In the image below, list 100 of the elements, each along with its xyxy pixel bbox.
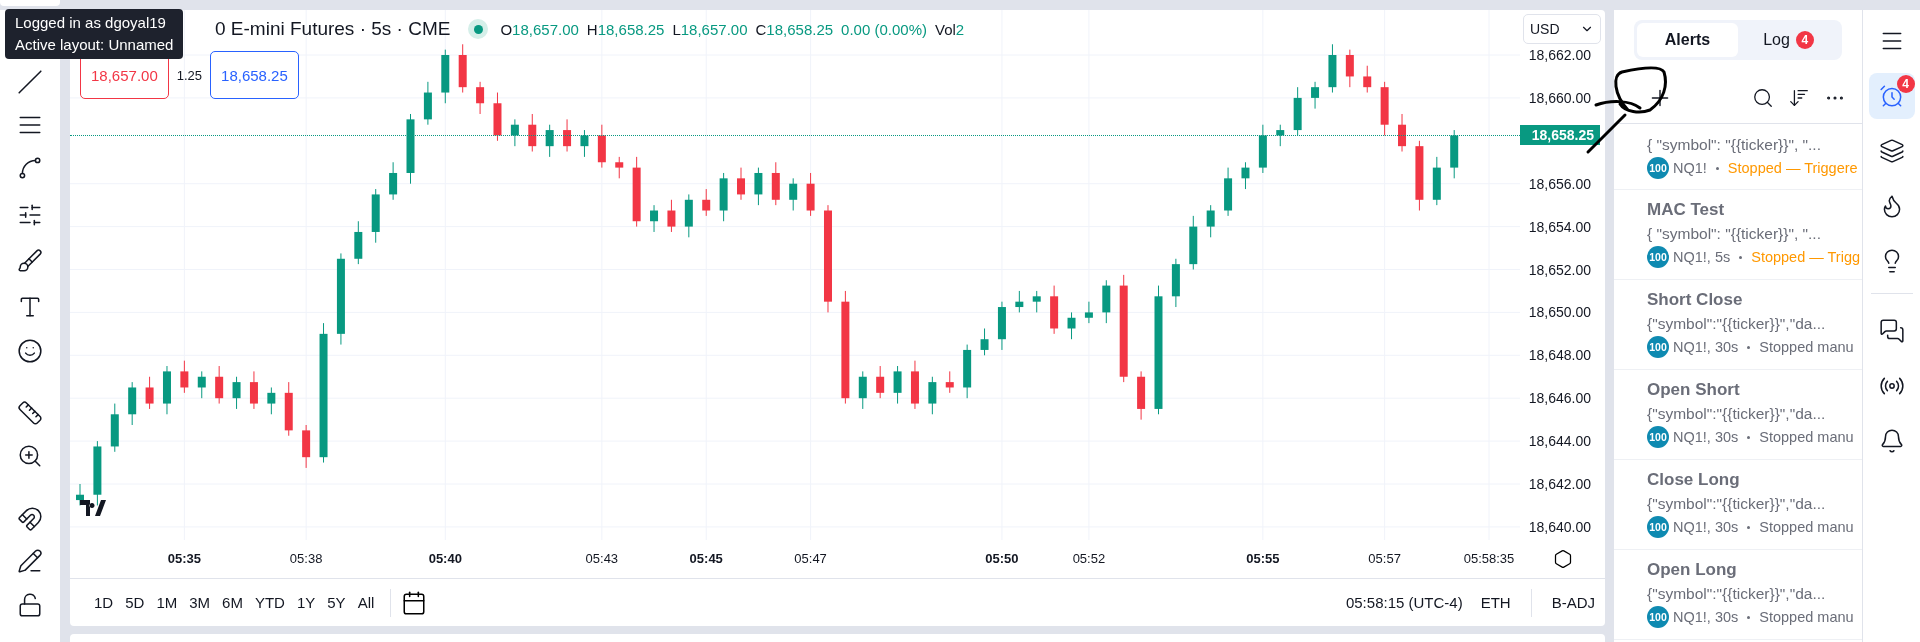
- alert-symbol: NQ1!: [1673, 160, 1707, 176]
- candle: [1189, 215, 1198, 270]
- time-axis-label: 05:50: [985, 551, 1019, 566]
- candle: [1328, 43, 1337, 94]
- adjustment-button[interactable]: B-ADJ: [1541, 590, 1605, 615]
- candle: [545, 124, 554, 158]
- symbol-badge: 100: [1647, 516, 1669, 538]
- candle: [563, 118, 572, 152]
- time-axis-label: 05:43: [585, 551, 619, 566]
- candle: [510, 118, 519, 147]
- candle: [1241, 161, 1250, 190]
- candle: [702, 188, 711, 217]
- candle: [667, 199, 676, 233]
- session-button[interactable]: ETH: [1470, 590, 1521, 615]
- candle: [302, 424, 311, 469]
- tab[interactable]: Log 4: [1738, 23, 1839, 57]
- symbol-badge: 100: [1647, 246, 1669, 268]
- candle: [476, 81, 485, 115]
- timeframe-button[interactable]: 5D: [119, 590, 151, 615]
- alert-message: { "symbol": "{{ticker}}", "...: [1647, 136, 1822, 154]
- price-axis-label: 18,662.00: [1528, 47, 1591, 63]
- candle: [893, 365, 902, 405]
- count-badge: 4: [1795, 31, 1814, 49]
- candle: [928, 376, 937, 415]
- candle: [789, 177, 798, 211]
- candle: [110, 403, 119, 453]
- volume-value: Vol2: [934, 20, 965, 38]
- unlocked-icon[interactable]: [16, 591, 44, 619]
- candle: [858, 370, 867, 410]
- symbol-badge: 100: [1647, 426, 1669, 448]
- alert-symbol: NQ1!, 30s: [1673, 339, 1739, 355]
- calendar-icon[interactable]: [401, 589, 428, 616]
- magnet-icon[interactable]: [16, 505, 44, 533]
- candle: [215, 365, 224, 405]
- alert-item[interactable]: Open Short {"symbol":"{{ticker}}","da... 100 NQ1!, 30s Stopped manu: [1614, 370, 1862, 460]
- alert-status: Stopped — Triggere: [1727, 160, 1858, 176]
- candle: [876, 365, 885, 399]
- clock-time: 05:58:15 (UTC-4): [1344, 594, 1464, 611]
- time-axis-label: 05:38: [289, 551, 323, 566]
- alert-item[interactable]: Short Close {"symbol":"{{ticker}}","da... 100 NQ1!, 30s Stopped manu: [1614, 280, 1862, 370]
- brush-icon[interactable]: [16, 247, 44, 275]
- symbol-badge: 100: [1647, 157, 1669, 179]
- smiley-icon[interactable]: [16, 337, 44, 365]
- ohlc-value: C18,658.25: [755, 20, 834, 38]
- pencil-icon[interactable]: [16, 547, 44, 575]
- symbol-badge: 100: [1647, 336, 1669, 358]
- candle: [145, 376, 154, 410]
- price-axis-label: 18,652.00: [1528, 261, 1591, 278]
- timeframe-button[interactable]: 1Y: [290, 590, 322, 615]
- ruler-icon[interactable]: [16, 399, 44, 427]
- candle: [1032, 290, 1041, 313]
- candle: [980, 328, 989, 356]
- candle: [197, 370, 206, 399]
- price-axis-label: 18,660.00: [1528, 89, 1591, 106]
- time-axis-label: 05:35: [167, 551, 201, 566]
- alert-item[interactable]: MAC Test { "symbol": "{{ticker}}", "... 100 NQ1!, 5s Stopped — Trigg: [1614, 190, 1862, 280]
- price-axis-label: 18,656.00: [1528, 175, 1591, 192]
- candle: [232, 376, 241, 410]
- timeframe-button[interactable]: 6M: [216, 590, 249, 615]
- timeframe-button[interactable]: YTD: [248, 590, 291, 615]
- line-tool-icon[interactable]: [16, 68, 44, 96]
- price-axis-label: 18,654.00: [1528, 218, 1591, 235]
- candle: [1311, 81, 1320, 110]
- buy-price-button[interactable]: 18,658.25: [210, 51, 299, 99]
- candle: [76, 483, 84, 506]
- time-axis-label: 05:47: [794, 551, 827, 566]
- candle: [1171, 258, 1180, 308]
- candle: [1137, 370, 1146, 421]
- price-axis-label: 18,648.00: [1528, 347, 1591, 364]
- price-axis-label: 18,644.00: [1528, 433, 1591, 450]
- alert-item[interactable]: Close Long {"symbol":"{{ticker}}","da... 100 NQ1!, 30s Stopped manu: [1614, 460, 1862, 550]
- candle: [128, 381, 137, 426]
- candle: [945, 370, 954, 394]
- candle: [493, 92, 502, 142]
- candle: [1380, 81, 1389, 136]
- candle: [1050, 285, 1059, 335]
- candle: [371, 188, 380, 244]
- spread-value: 1.25: [176, 67, 203, 83]
- alert-title: Close Long: [1647, 470, 1741, 491]
- timeframe-button[interactable]: 1D: [88, 590, 120, 615]
- settings-icon[interactable]: [1553, 549, 1573, 569]
- sidebar-button[interactable]: 4: [1868, 73, 1915, 119]
- alert-item[interactable]: { "symbol": "{{ticker}}", "... 100 NQ1! Stopped — Triggere: [1614, 124, 1862, 190]
- candle: [615, 156, 624, 179]
- candle: [963, 344, 972, 399]
- alert-status: Stopped manu: [1759, 339, 1854, 355]
- candle: [267, 387, 276, 415]
- price-axis-label: 18,640.00: [1528, 518, 1591, 535]
- tab[interactable]: Alerts: [1637, 23, 1738, 57]
- candle: [684, 193, 693, 238]
- timeframe-button[interactable]: All: [351, 590, 381, 615]
- alert-message: {"symbol":"{{ticker}}","da...: [1647, 585, 1827, 603]
- timeframe-button[interactable]: 3M: [183, 590, 217, 615]
- timeframe-button[interactable]: 1M: [150, 590, 184, 615]
- separator-dot: [1747, 435, 1751, 439]
- currency-dropdown[interactable]: USD: [1523, 14, 1601, 44]
- candle: [1450, 129, 1459, 179]
- candle: [771, 161, 780, 206]
- alert-item[interactable]: Open Long {"symbol":"{{ticker}}","da... 100 NQ1!, 30s Stopped manu: [1614, 550, 1862, 640]
- timeframe-button[interactable]: 5Y: [321, 590, 352, 615]
